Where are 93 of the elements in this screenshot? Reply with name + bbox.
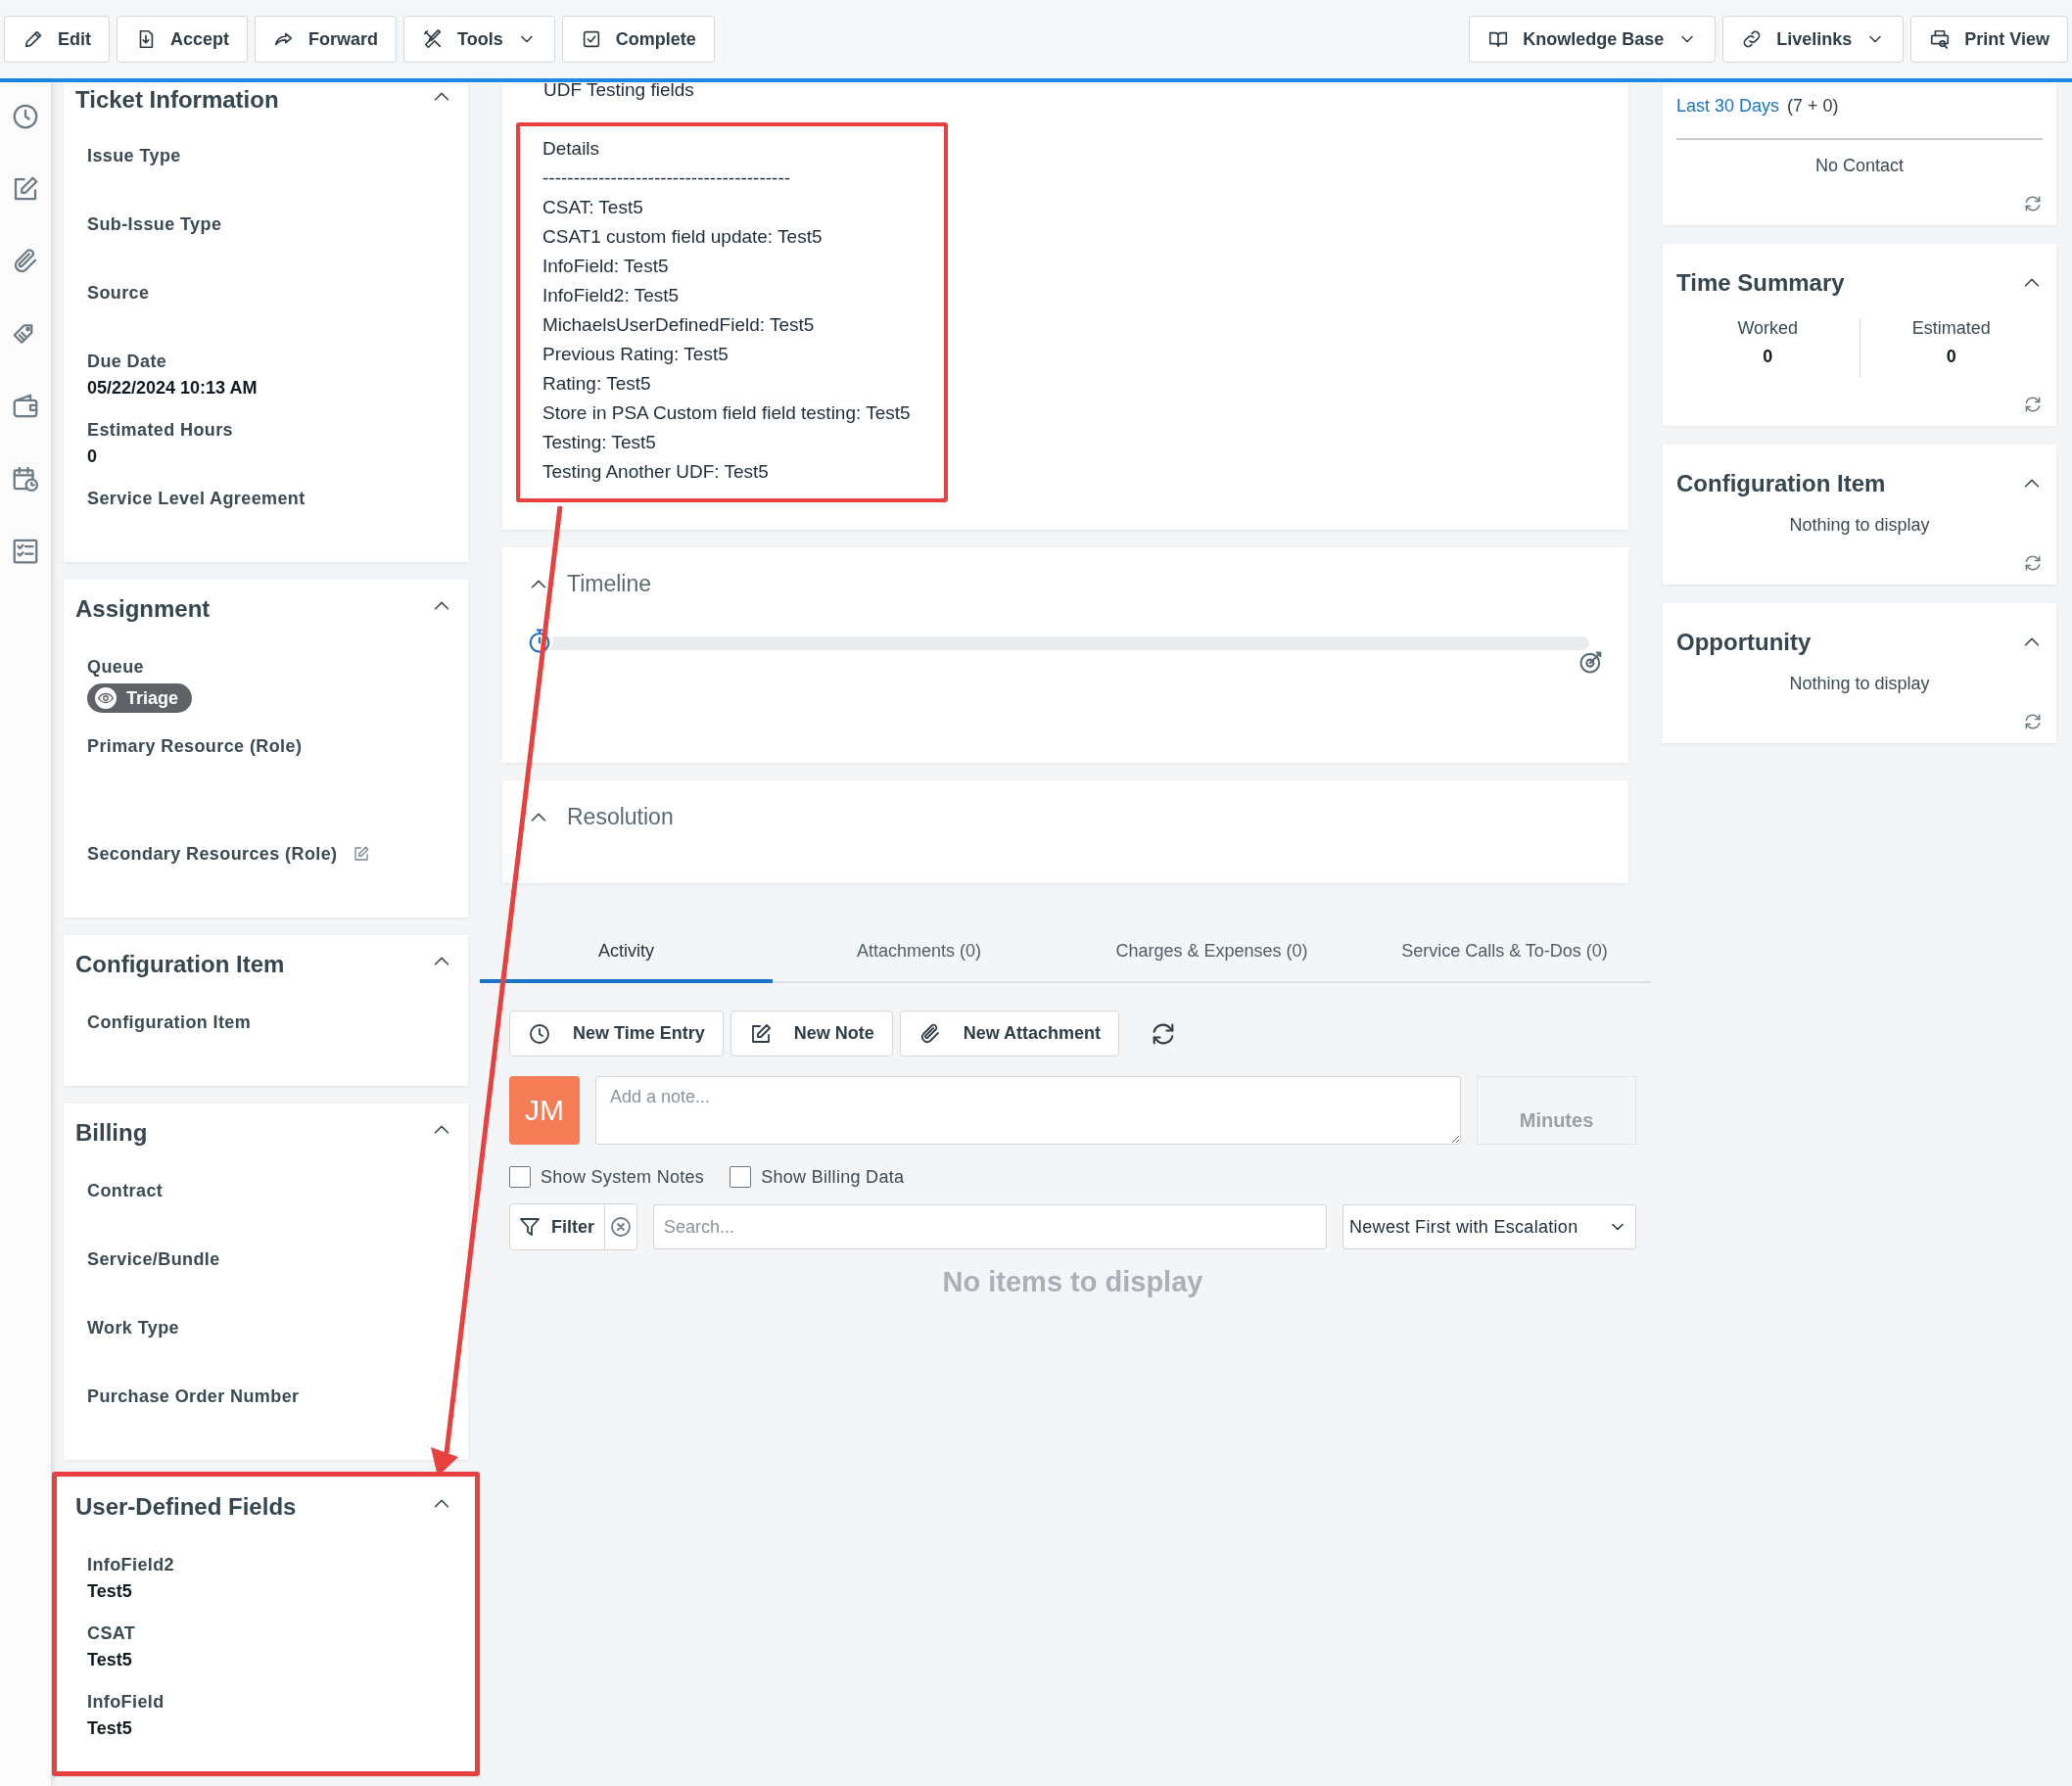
stat-value: 0: [1763, 347, 1773, 367]
field-value: Test5: [87, 1649, 132, 1671]
toolbar-button[interactable]: Edit: [4, 16, 110, 63]
field-value: Test5: [87, 1717, 132, 1740]
field-label: InfoField2: [87, 1554, 174, 1576]
details-line: InfoField: Test5: [542, 255, 669, 278]
field-label: InfoField: [87, 1691, 165, 1714]
field-label: Purchase Order Number: [87, 1386, 300, 1408]
tab[interactable]: Service Calls & To-Dos (0): [1358, 922, 1651, 983]
field-label: Contract: [87, 1180, 164, 1202]
checkbox[interactable]: [509, 1166, 531, 1188]
tab[interactable]: Activity: [480, 922, 773, 983]
avatar: JM: [509, 1076, 580, 1145]
field-value: 0: [87, 446, 97, 468]
details-line: Store in PSA Custom field field testing: Test5: [542, 401, 911, 425]
panel-title: Assignment: [75, 595, 211, 623]
panel-title: Opportunity: [1676, 629, 1812, 656]
field-label: Queue: [87, 656, 144, 679]
section-title: Timeline: [567, 571, 652, 597]
toolbar-button[interactable]: Forward: [255, 16, 398, 63]
field-value: 05/22/2024 10:13 AM: [87, 377, 258, 400]
field-label: Configuration Item: [87, 1011, 252, 1034]
details-line: Testing Another UDF: Test5: [542, 460, 769, 484]
field-label: Service/Bundle: [87, 1248, 220, 1271]
field-label: Service Level Agreement: [87, 488, 306, 510]
field-label: CSAT: [87, 1622, 136, 1645]
toolbar-button[interactable]: Livelinks: [1722, 16, 1905, 63]
clear-icon: [609, 1215, 633, 1239]
description-text: UDF Testing fields: [542, 79, 694, 101]
stat-value: 0: [1946, 347, 1956, 367]
empty-message: No items to display: [942, 1266, 1203, 1297]
panel-title: Time Summary: [1676, 269, 1845, 297]
action-button[interactable]: New Attachment: [899, 1010, 1120, 1057]
details-title: Details: [542, 137, 600, 161]
empty-message: Nothing to display: [1789, 515, 1930, 535]
stat-label: Worked: [1737, 318, 1799, 339]
period-link[interactable]: Last 30 Days: [1676, 96, 1780, 117]
field-label: Due Date: [87, 351, 167, 373]
stat-label: Estimated: [1911, 318, 1991, 339]
details-line: MichaelsUserDefinedField: Test5: [542, 313, 815, 337]
panel-title: Billing: [75, 1119, 148, 1147]
tab[interactable]: Attachments (0): [773, 922, 1065, 983]
toolbar-button[interactable]: Print View: [1910, 16, 2068, 63]
empty-message: Nothing to display: [1789, 674, 1930, 693]
field-label: Issue Type: [87, 145, 181, 167]
refresh-icon: [2023, 553, 2043, 573]
checklist-icon[interactable]: [11, 537, 40, 566]
field-label: Sub-Issue Type: [87, 213, 222, 236]
panel-title: User-Defined Fields: [75, 1493, 297, 1521]
calendar-clock-icon[interactable]: [11, 464, 40, 494]
panel-title: Configuration Item: [1676, 470, 1886, 497]
empty-message: No Contact: [1814, 156, 1904, 175]
tab[interactable]: Charges & Expenses (0): [1065, 922, 1358, 983]
clock-icon[interactable]: [11, 102, 40, 131]
details-line: Testing: Test5: [542, 431, 656, 454]
eye-icon: [95, 687, 117, 709]
action-button[interactable]: New Time Entry: [509, 1010, 724, 1057]
checkbox-label[interactable]: Show System Notes: [541, 1166, 705, 1188]
pencil-icon: [23, 28, 44, 50]
details-line: Rating: Test5: [542, 372, 651, 396]
count-text: (7 + 0): [1787, 96, 1839, 117]
details-line: Previous Rating: Test5: [542, 343, 729, 366]
field-label: Primary Resource (Role): [87, 735, 303, 758]
field-value: Test5: [87, 1580, 132, 1603]
checkbox[interactable]: [730, 1166, 752, 1188]
note-field[interactable]: Add a note...: [595, 1076, 1461, 1145]
refresh-icon: [2023, 194, 2043, 213]
separator-text: ----------------------------------------: [542, 166, 791, 190]
refresh-icon: [2023, 395, 2043, 414]
filter-icon: [518, 1215, 542, 1239]
print-icon: [1929, 28, 1952, 50]
field-label: Estimated Hours: [87, 419, 234, 442]
details-line: CSAT1 custom field update: Test5: [542, 225, 823, 249]
field-label: Secondary Resources (Role): [87, 843, 338, 866]
details-line: InfoField2: Test5: [542, 284, 680, 307]
queue-badge: Triage: [87, 683, 193, 713]
clock-icon: [528, 1021, 551, 1046]
toolbar-button[interactable]: Knowledge Base: [1469, 16, 1717, 63]
field-label: Source: [87, 282, 150, 305]
toolbar-button[interactable]: Tools: [403, 16, 555, 63]
panel-title: Configuration Item: [75, 951, 285, 978]
field-label: Work Type: [87, 1317, 179, 1340]
panel-title: Ticket Information: [75, 86, 279, 114]
sort-dropdown[interactable]: Newest First with Escalation: [1342, 1204, 1636, 1249]
details-line: CSAT: Test5: [542, 196, 643, 219]
action-button[interactable]: New Note: [730, 1010, 893, 1057]
toolbar-button[interactable]: Complete: [561, 16, 715, 63]
search-field[interactable]: Search...: [653, 1204, 1327, 1249]
refresh-icon: [2023, 712, 2043, 731]
checkbox-label[interactable]: Show Billing Data: [761, 1166, 905, 1188]
toolbar-button[interactable]: Accept: [117, 16, 249, 63]
edit-icon: [353, 845, 371, 863]
section-title: Resolution: [567, 804, 674, 830]
